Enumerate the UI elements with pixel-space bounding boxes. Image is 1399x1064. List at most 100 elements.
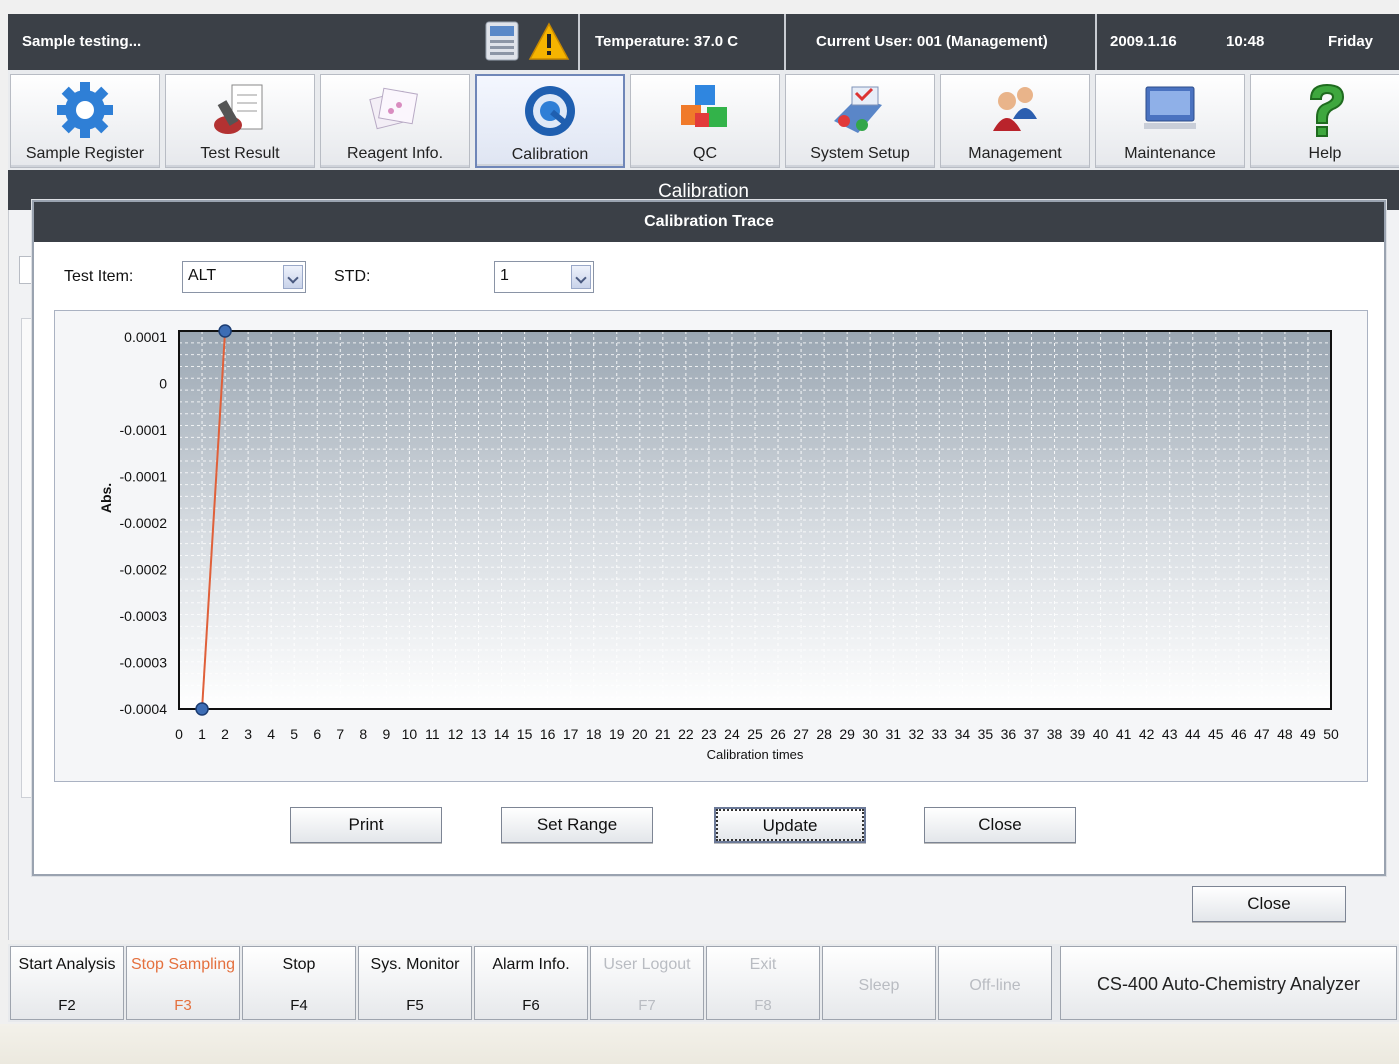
- panel-tab-stub[interactable]: [19, 256, 33, 284]
- fkey-stop[interactable]: Stop F4: [242, 946, 356, 1020]
- update-button[interactable]: Update: [714, 807, 866, 843]
- x-tick-label: 35: [978, 726, 994, 742]
- test-item-value: ALT: [188, 267, 217, 284]
- std-label: STD:: [334, 268, 371, 285]
- fkey-label: Exit: [749, 956, 777, 973]
- y-tick-label: -0.0002: [120, 515, 168, 531]
- function-key-bar: Start Analysis F2 Stop Sampling F3 Stop …: [8, 944, 1399, 1022]
- fkey-label: Start Analysis: [18, 956, 116, 973]
- x-tick-label: 25: [747, 726, 763, 742]
- x-tick-label: 23: [701, 726, 717, 742]
- main-toolbar: Sample Register Test Result Reagent Info…: [8, 70, 1399, 170]
- warning-icon[interactable]: [528, 22, 570, 62]
- x-tick-label: 24: [724, 726, 740, 742]
- x-tick-label: 33: [932, 726, 948, 742]
- x-tick-label: 44: [1185, 726, 1201, 742]
- fkey-key: F7: [638, 997, 656, 1014]
- fkey-label: User Logout: [603, 956, 691, 973]
- toolbar-label: Calibration: [511, 146, 589, 163]
- system-setup-icon: [834, 86, 882, 133]
- std-select[interactable]: 1: [494, 261, 594, 293]
- fkey-exit[interactable]: Exit F8: [706, 946, 820, 1020]
- set-range-button[interactable]: Set Range: [501, 807, 653, 843]
- fkey-key: F8: [754, 997, 772, 1014]
- fkey-sys-monitor[interactable]: Sys. Monitor F5: [358, 946, 472, 1020]
- toolbar-label: Help: [1308, 145, 1342, 162]
- toolbar-label: Reagent Info.: [346, 145, 444, 162]
- fkey-start-analysis[interactable]: Start Analysis F2: [10, 946, 124, 1020]
- x-tick-label: 9: [382, 726, 390, 742]
- fkey-alarm-info[interactable]: Alarm Info. F6: [474, 946, 588, 1020]
- toolbar-calibration[interactable]: Calibration: [475, 74, 625, 168]
- toolbar-maintenance[interactable]: Maintenance: [1095, 74, 1245, 168]
- x-tick-label: 40: [1093, 726, 1109, 742]
- x-tick-label: 3: [244, 726, 252, 742]
- temperature-readout: Temperature: 37.0 C: [595, 33, 739, 50]
- toolbar-test-result[interactable]: Test Result: [165, 74, 315, 168]
- test-item-select[interactable]: ALT: [182, 261, 306, 293]
- toolbar-label: QC: [693, 145, 717, 162]
- toolbar-help[interactable]: Help: [1250, 74, 1399, 168]
- panel-close-button[interactable]: Close: [1192, 886, 1346, 922]
- x-tick-label: 31: [885, 726, 901, 742]
- x-tick-label: 49: [1300, 726, 1316, 742]
- fkey-label: Sleep: [858, 977, 900, 994]
- x-tick-label: 47: [1254, 726, 1270, 742]
- weekday: Friday: [1328, 33, 1374, 50]
- fkey-user-logout[interactable]: User Logout F7: [590, 946, 704, 1020]
- x-tick-label: 2: [221, 726, 229, 742]
- x-tick-label: 34: [955, 726, 971, 742]
- x-tick-label: 50: [1323, 726, 1339, 742]
- toolbar-sample-register[interactable]: Sample Register: [10, 74, 160, 168]
- product-name: CS-400 Auto-Chemistry Analyzer: [1060, 946, 1397, 1020]
- time: 10:48: [1226, 33, 1265, 50]
- y-tick-label: -0.0001: [120, 469, 168, 485]
- std-value: 1: [500, 267, 509, 284]
- gear-icon: [57, 82, 113, 138]
- toolbar-system-setup[interactable]: System Setup: [785, 74, 935, 168]
- fkey-key: F6: [522, 997, 540, 1014]
- y-tick-label: 0: [159, 376, 167, 392]
- y-tick-label: -0.0004: [120, 701, 168, 717]
- x-tick-label: 39: [1070, 726, 1086, 742]
- fkey-key: F5: [406, 997, 424, 1014]
- x-tick-label: 18: [586, 726, 602, 742]
- fkey-label: Alarm Info.: [492, 956, 570, 973]
- x-tick-label: 30: [862, 726, 878, 742]
- x-tick-label: 17: [563, 726, 579, 742]
- x-tick-label: 29: [839, 726, 855, 742]
- y-tick-label: -0.0003: [120, 608, 168, 624]
- chevron-down-icon[interactable]: [571, 265, 591, 289]
- date: 2009.1.16: [1110, 33, 1177, 50]
- chevron-down-icon[interactable]: [283, 265, 303, 289]
- reagent-icon: [369, 87, 418, 130]
- toolbar-management[interactable]: Management: [940, 74, 1090, 168]
- toolbar-label: Test Result: [200, 145, 280, 162]
- dialog-close-button[interactable]: Close: [924, 807, 1076, 843]
- x-tick-label: 42: [1139, 726, 1155, 742]
- footer-strip: [0, 1024, 1399, 1064]
- fkey-stop-sampling[interactable]: Stop Sampling F3: [126, 946, 240, 1020]
- calibration-chart: 0.0001 0 -0.0001 -0.0001 -0.0002 -0.0002 -0.00…: [54, 310, 1368, 782]
- fkey-sleep[interactable]: Sleep: [822, 946, 936, 1020]
- x-tick-label: 8: [359, 726, 367, 742]
- x-tick-label: 27: [793, 726, 809, 742]
- toolbar-reagent-info[interactable]: Reagent Info.: [320, 74, 470, 168]
- x-tick-label: 20: [632, 726, 648, 742]
- print-button[interactable]: Print: [290, 807, 442, 843]
- fkey-label: Stop: [282, 956, 316, 973]
- status-bar: Sample testing... Temperature: 37.0 C Cu…: [8, 14, 1399, 70]
- test-result-icon: [214, 84, 263, 134]
- x-tick-label: 11: [425, 726, 440, 742]
- x-tick-label: 28: [816, 726, 832, 742]
- y-tick-label: -0.0003: [120, 655, 168, 671]
- y-tick-label: 0.0001: [124, 329, 167, 345]
- fkey-off-line[interactable]: Off-line: [938, 946, 1052, 1020]
- users-icon: [993, 87, 1037, 131]
- toolbar-qc[interactable]: QC: [630, 74, 780, 168]
- x-tick-label: 14: [494, 726, 510, 742]
- data-point: [218, 324, 232, 338]
- dialog-title: Calibration Trace: [34, 202, 1384, 242]
- x-tick-label: 19: [609, 726, 625, 742]
- x-tick-label: 38: [1047, 726, 1063, 742]
